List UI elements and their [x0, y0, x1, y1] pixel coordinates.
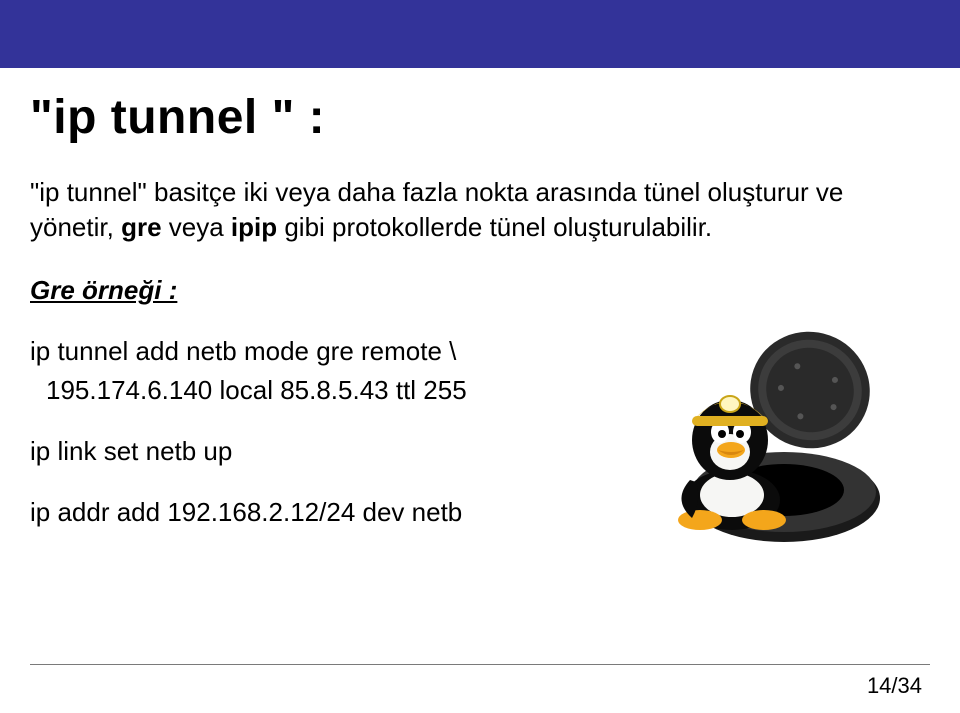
description-paragraph: "ip tunnel" basitçe iki veya daha fazla … [30, 175, 860, 245]
para-bold-ipip: ipip [231, 212, 277, 242]
slide-title: "ip tunnel " : [30, 90, 930, 145]
para-text: " [30, 177, 39, 207]
topbar [0, 0, 960, 68]
example-heading: Gre örneği : [30, 275, 930, 306]
para-text: gibi protokollerde tünel oluşturulabilir… [277, 212, 712, 242]
slide-page: "ip tunnel " : "ip tunnel" basitçe iki v… [0, 0, 960, 713]
para-bold-gre: gre [121, 212, 161, 242]
para-text: veya [162, 212, 231, 242]
page-number: 14/34 [867, 673, 922, 699]
footer-rule [30, 664, 930, 665]
tux-manhole-icon [632, 330, 882, 568]
